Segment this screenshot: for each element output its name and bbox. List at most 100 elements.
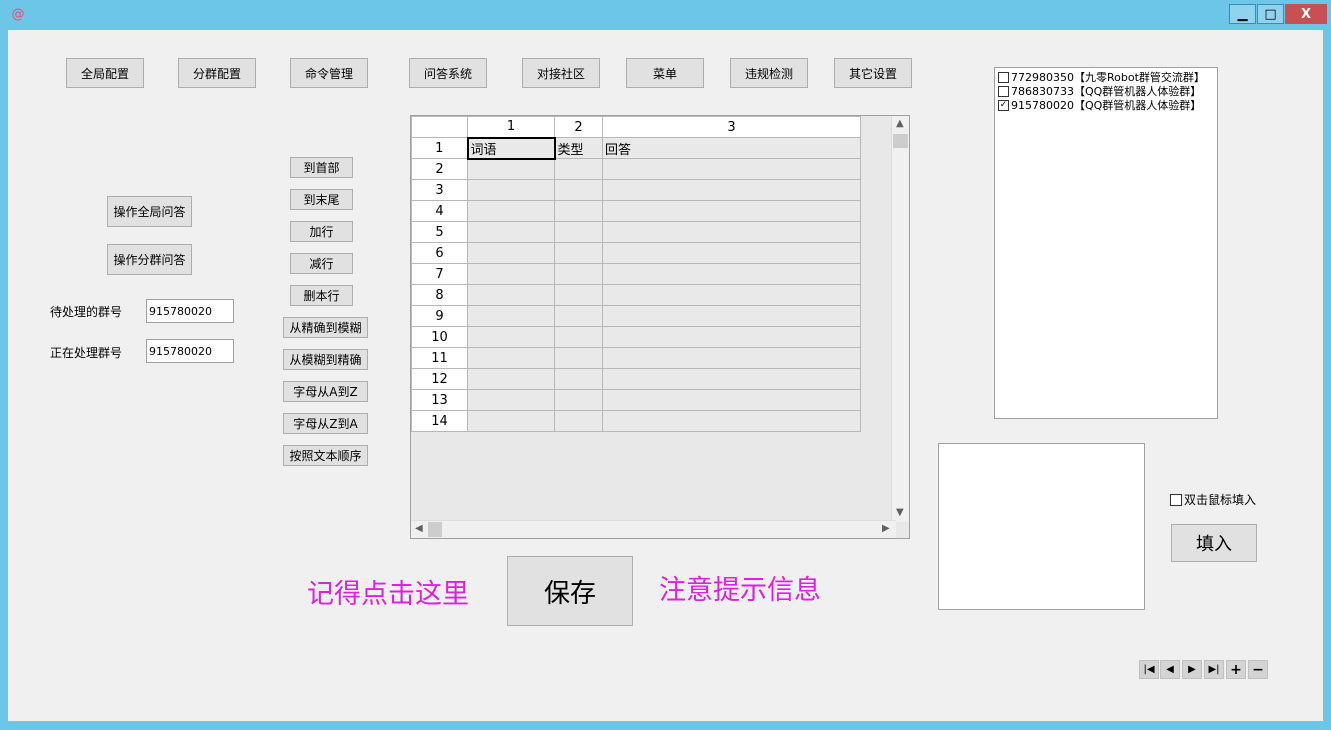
scroll-thumb-h[interactable] — [428, 522, 442, 537]
row-header[interactable]: 6 — [411, 242, 468, 264]
scroll-left-icon[interactable]: ◀ — [415, 523, 423, 534]
table-cell[interactable] — [554, 410, 603, 432]
table-cell[interactable] — [602, 263, 861, 285]
move-to-end-button[interactable]: 到末尾 — [290, 189, 353, 210]
group-list-item[interactable]: 772980350【九零Robot群管交流群】 — [995, 70, 1217, 84]
table-cell[interactable] — [602, 347, 861, 369]
sort-z-to-a-button[interactable]: 字母从Z到A — [283, 413, 368, 434]
add-row-button[interactable]: 加行 — [290, 221, 353, 242]
table-cell[interactable] — [467, 221, 555, 243]
sort-text-order-button[interactable]: 按照文本顺序 — [283, 445, 368, 466]
exact-to-fuzzy-button[interactable]: 从精确到模糊 — [283, 317, 368, 338]
table-cell[interactable] — [554, 221, 603, 243]
column-header[interactable]: 1 — [467, 116, 555, 138]
table-cell[interactable] — [602, 221, 861, 243]
scroll-right-icon[interactable]: ▶ — [882, 523, 890, 534]
table-cell[interactable] — [554, 263, 603, 285]
checked-checkbox-icon[interactable]: ✓ — [998, 99, 1009, 111]
table-cell[interactable] — [602, 368, 861, 390]
next-icon[interactable]: ▶ — [1182, 660, 1202, 679]
save-button[interactable]: 保存 — [507, 556, 633, 626]
table-cell[interactable]: 词语 — [466, 136, 556, 160]
table-cell[interactable] — [467, 305, 555, 327]
row-header[interactable]: 1 — [411, 137, 468, 159]
horizontal-scrollbar[interactable]: ◀ ▶ — [411, 520, 896, 538]
checkbox-icon[interactable] — [998, 71, 1009, 83]
table-cell[interactable] — [554, 284, 603, 306]
dblclick-fill-checkbox[interactable]: 双击鼠标填入 — [1170, 491, 1256, 508]
last-icon[interactable]: ▶| — [1204, 660, 1224, 679]
tab-global-config[interactable]: 全局配置 — [66, 58, 144, 88]
first-icon[interactable]: |◀ — [1139, 660, 1159, 679]
qa-grid[interactable]: 1 2 3 1 词语 类型 回答 2 3 4 5 6 7 8 9 10 11 12 13 14 ▲ ▼ ◀ ▶ — [410, 115, 910, 539]
row-header[interactable]: 7 — [411, 263, 468, 285]
row-header[interactable]: 3 — [411, 179, 468, 201]
move-to-top-button[interactable]: 到首部 — [290, 157, 353, 178]
close-button[interactable]: X — [1285, 4, 1327, 24]
row-header[interactable]: 5 — [411, 221, 468, 243]
prev-icon[interactable]: ◀ — [1160, 660, 1180, 679]
table-cell[interactable] — [467, 179, 555, 201]
maximize-button[interactable]: □ — [1257, 4, 1284, 24]
table-cell[interactable] — [467, 368, 555, 390]
delete-current-row-button[interactable]: 删本行 — [290, 285, 353, 306]
tab-qa-system[interactable]: 问答系统 — [409, 58, 487, 88]
table-cell[interactable] — [467, 158, 555, 180]
tab-command-manage[interactable]: 命令管理 — [290, 58, 368, 88]
table-cell[interactable] — [602, 179, 861, 201]
table-cell[interactable] — [467, 284, 555, 306]
table-cell[interactable] — [554, 326, 603, 348]
scroll-up-icon[interactable]: ▲ — [896, 118, 904, 129]
table-cell[interactable] — [467, 410, 555, 432]
row-header[interactable]: 8 — [411, 284, 468, 306]
fill-in-button[interactable]: 填入 — [1171, 524, 1257, 562]
tab-menu[interactable]: 菜单 — [626, 58, 704, 88]
row-header[interactable]: 11 — [411, 347, 468, 369]
remove-row-button[interactable]: 减行 — [290, 253, 353, 274]
table-cell[interactable] — [467, 347, 555, 369]
table-cell[interactable] — [554, 305, 603, 327]
operate-global-qa-button[interactable]: 操作全局问答 — [107, 196, 192, 227]
dblclick-fill-box[interactable] — [1170, 493, 1182, 506]
tab-other-settings[interactable]: 其它设置 — [834, 58, 912, 88]
fill-memo[interactable] — [938, 443, 1145, 610]
vertical-scrollbar[interactable]: ▲ ▼ — [891, 116, 909, 522]
table-cell[interactable] — [554, 242, 603, 264]
sort-a-to-z-button[interactable]: 字母从A到Z — [283, 381, 368, 402]
title-bar[interactable]: @ ▁ □ X — [0, 0, 1331, 30]
group-checklist[interactable]: 772980350【九零Robot群管交流群】 786830733【QQ群管机器人… — [994, 67, 1218, 419]
group-list-item[interactable]: ✓ 915780020【QQ群管机器人体验群】 — [995, 98, 1217, 112]
checkbox-icon[interactable] — [998, 85, 1009, 97]
table-cell[interactable] — [467, 200, 555, 222]
table-cell[interactable] — [602, 389, 861, 411]
current-group-input[interactable]: 915780020 — [146, 339, 234, 363]
table-cell[interactable] — [602, 158, 861, 180]
table-cell[interactable] — [554, 368, 603, 390]
scroll-down-icon[interactable]: ▼ — [896, 507, 904, 518]
row-header[interactable]: 12 — [411, 368, 468, 390]
table-cell[interactable] — [602, 326, 861, 348]
scroll-thumb[interactable] — [893, 134, 908, 148]
row-header[interactable]: 13 — [411, 389, 468, 411]
tab-group-config[interactable]: 分群配置 — [178, 58, 256, 88]
row-header[interactable]: 4 — [411, 200, 468, 222]
row-header[interactable]: 9 — [411, 305, 468, 327]
table-cell[interactable] — [554, 200, 603, 222]
table-cell[interactable]: 类型 — [554, 137, 603, 159]
table-cell[interactable] — [602, 305, 861, 327]
table-cell[interactable] — [602, 200, 861, 222]
group-list-item[interactable]: 786830733【QQ群管机器人体验群】 — [995, 84, 1217, 98]
tab-community[interactable]: 对接社区 — [522, 58, 600, 88]
table-cell[interactable] — [467, 326, 555, 348]
table-cell[interactable]: 回答 — [602, 137, 861, 159]
row-header[interactable]: 10 — [411, 326, 468, 348]
table-cell[interactable] — [554, 158, 603, 180]
table-cell[interactable] — [602, 410, 861, 432]
minimize-button[interactable]: ▁ — [1229, 4, 1256, 24]
table-cell[interactable] — [554, 179, 603, 201]
operate-group-qa-button[interactable]: 操作分群问答 — [107, 244, 192, 275]
remove-icon[interactable]: − — [1248, 660, 1268, 679]
table-cell[interactable] — [467, 263, 555, 285]
row-header[interactable]: 14 — [411, 410, 468, 432]
fuzzy-to-exact-button[interactable]: 从模糊到精确 — [283, 349, 368, 370]
